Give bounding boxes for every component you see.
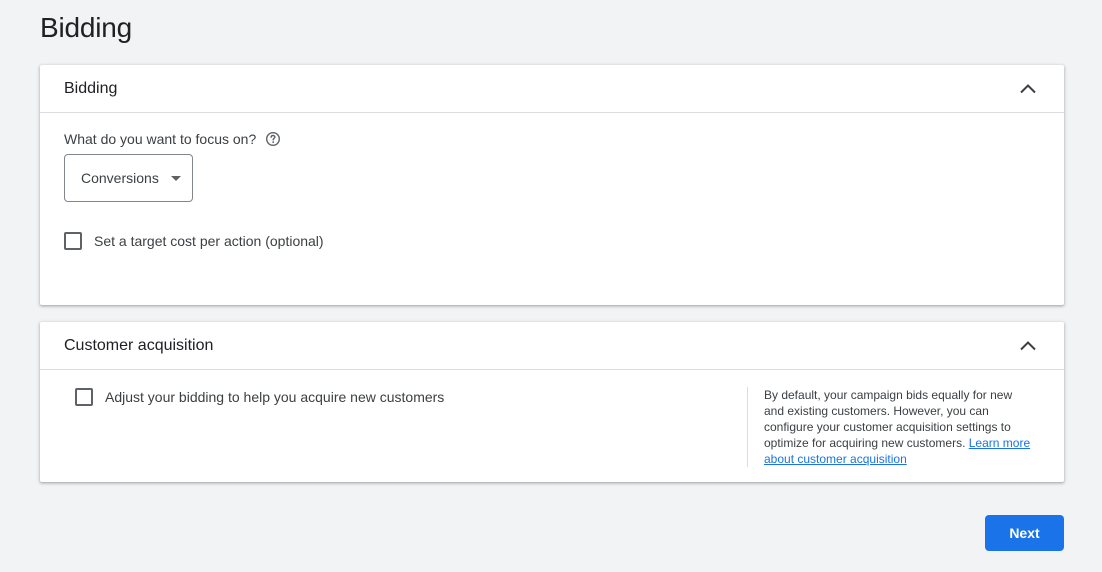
target-cpa-option: Set a target cost per action (optional)	[64, 232, 324, 250]
focus-label-row: What do you want to focus on?	[64, 131, 281, 147]
customer-acquisition-card-header[interactable]: Customer acquisition	[40, 322, 1064, 370]
next-button[interactable]: Next	[985, 515, 1064, 551]
customer-acquisition-card: Customer acquisition Adjust your bidding…	[40, 322, 1064, 482]
bidding-card: Bidding What do you want to focus on? Co…	[40, 65, 1064, 305]
bidding-card-title: Bidding	[64, 79, 118, 97]
help-circle-icon[interactable]	[265, 131, 281, 147]
chevron-up-icon[interactable]	[1016, 77, 1040, 101]
chevron-up-icon[interactable]	[1016, 334, 1040, 358]
acquisition-info-panel: By default, your campaign bids equally f…	[747, 387, 1033, 467]
acquire-customers-option: Adjust your bidding to help you acquire …	[75, 388, 444, 406]
acquire-customers-label[interactable]: Adjust your bidding to help you acquire …	[105, 389, 444, 405]
page-title: Bidding	[40, 12, 133, 43]
bidding-card-header[interactable]: Bidding	[40, 65, 1064, 113]
target-cpa-label[interactable]: Set a target cost per action (optional)	[94, 233, 324, 249]
focus-dropdown[interactable]: Conversions	[64, 154, 193, 202]
customer-acquisition-card-title: Customer acquisition	[64, 336, 214, 354]
acquire-customers-checkbox[interactable]	[75, 388, 93, 406]
focus-dropdown-value: Conversions	[81, 170, 159, 186]
focus-label: What do you want to focus on?	[64, 131, 257, 147]
target-cpa-checkbox[interactable]	[64, 232, 82, 250]
dropdown-arrow-icon	[170, 175, 181, 181]
